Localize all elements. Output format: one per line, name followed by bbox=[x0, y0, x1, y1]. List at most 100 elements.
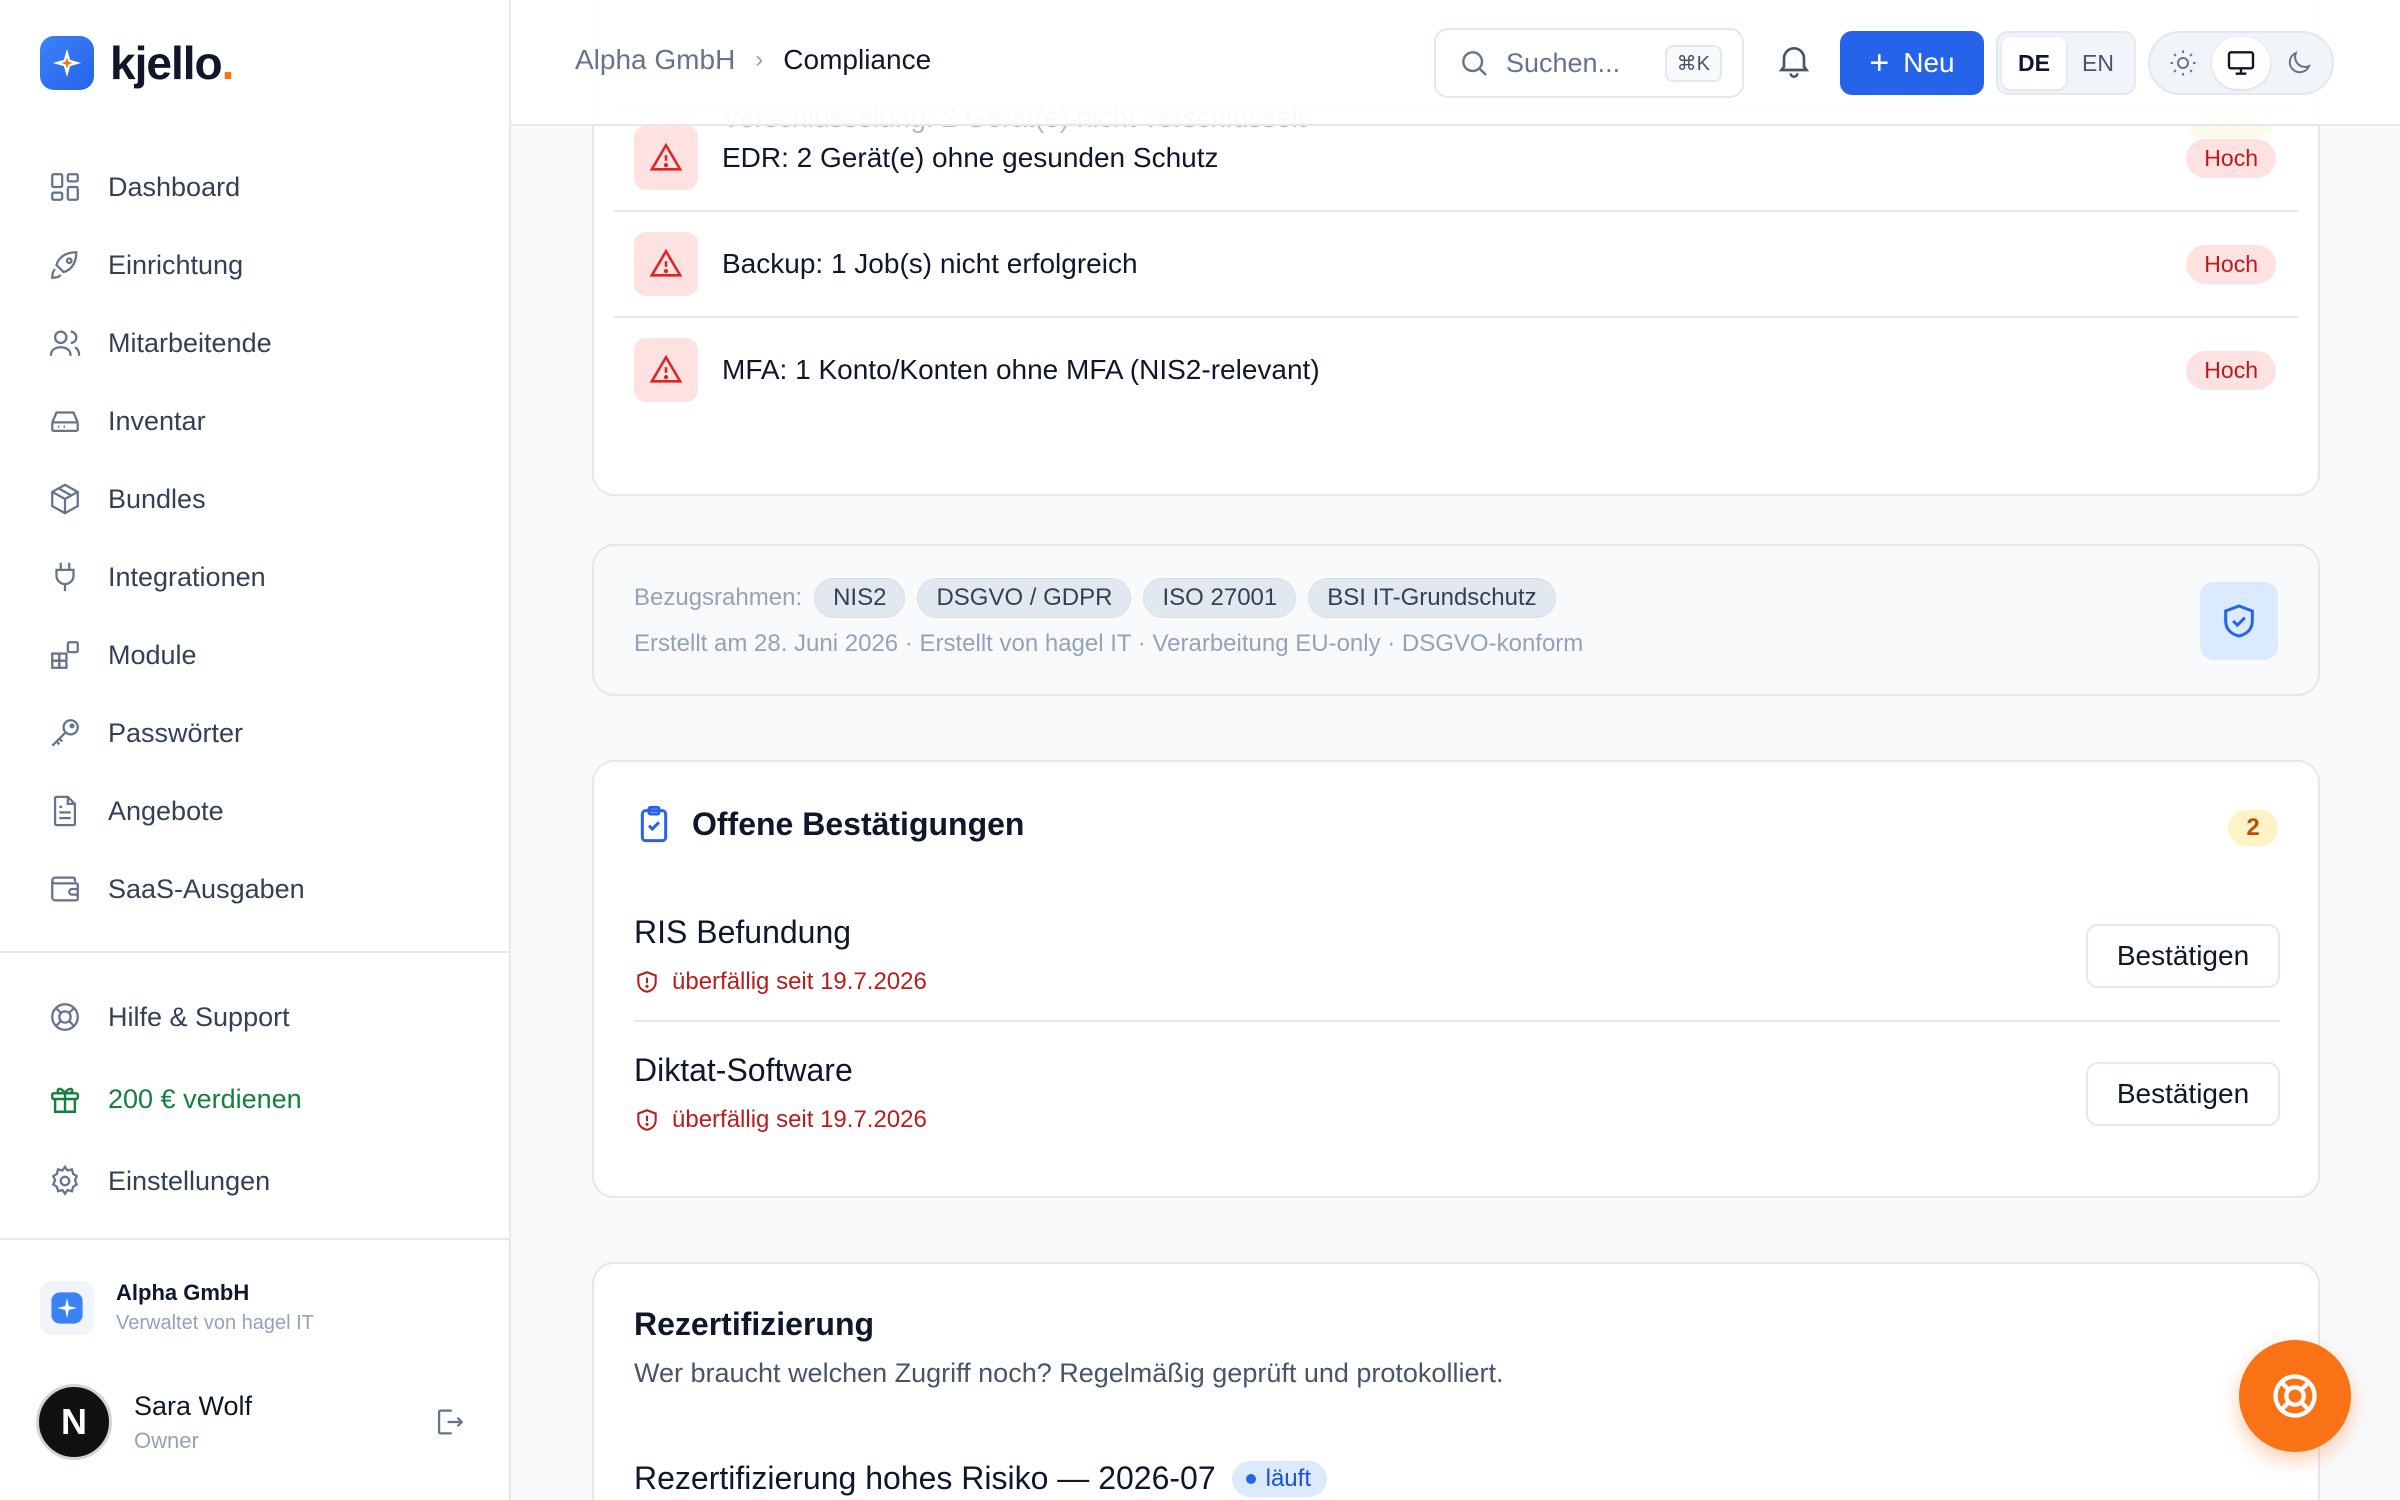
recert-title: Rezertifizierung bbox=[634, 1306, 875, 1342]
logo[interactable]: kjello. bbox=[40, 36, 235, 90]
confirmation-item: RIS Befundung überfällig seit 19.7.2026 … bbox=[634, 892, 2280, 1030]
sidebar-item-help[interactable]: Hilfe & Support bbox=[0, 976, 509, 1058]
confirmation-due: überfällig seit 19.7.2026 bbox=[672, 968, 927, 995]
status-dot-icon bbox=[1245, 1473, 1256, 1484]
bell-icon[interactable] bbox=[1774, 40, 1814, 80]
framework-chip: NIS2 bbox=[814, 578, 906, 618]
avatar[interactable]: N bbox=[36, 1384, 112, 1460]
sidebar-divider bbox=[0, 1238, 509, 1240]
theme-light[interactable] bbox=[2154, 37, 2212, 89]
sidebar-item-label: 200 € verdienen bbox=[108, 1083, 302, 1114]
status-text: läuft bbox=[1265, 1464, 1311, 1492]
severity-badge: Hoch bbox=[2186, 138, 2276, 178]
lifebuoy-icon bbox=[2273, 1374, 2317, 1418]
sidebar-item-angebote[interactable]: Angebote bbox=[0, 772, 509, 850]
sidebar-divider bbox=[0, 951, 509, 953]
sidebar-item-module[interactable]: Module bbox=[0, 616, 509, 694]
breadcrumb-org[interactable]: Alpha GmbH bbox=[575, 44, 735, 76]
logo-dot: . bbox=[221, 37, 235, 89]
sidebar-item-passwoerter[interactable]: Passwörter bbox=[0, 694, 509, 772]
issue-row[interactable]: Backup: 1 Job(s) nicht erfolgreich Hoch bbox=[614, 210, 2298, 316]
issue-text: Backup: 1 Job(s) nicht erfolgreich bbox=[722, 248, 1138, 279]
lang-en[interactable]: EN bbox=[2066, 37, 2130, 89]
new-button[interactable]: + Neu bbox=[1840, 31, 1984, 95]
package-icon bbox=[51, 483, 79, 515]
lang-de[interactable]: DE bbox=[2002, 37, 2066, 89]
sidebar-item-saas-ausgaben[interactable]: SaaS-Ausgaben bbox=[0, 850, 509, 928]
sidebar: kjello. Dashboard Einrichtung Mitarbeite… bbox=[0, 0, 511, 1500]
sidebar-item-integrationen[interactable]: Integrationen bbox=[0, 538, 509, 616]
issue-text: EDR: 2 Gerät(e) ohne gesunden Schutz bbox=[722, 142, 1219, 173]
gear-icon bbox=[51, 1164, 79, 1196]
framework-chip: BSI IT-Grundschutz bbox=[1308, 578, 1556, 618]
recert-subtitle: Wer braucht welchen Zugriff noch? Regelm… bbox=[634, 1358, 1504, 1388]
org-name: Alpha GmbH bbox=[116, 1280, 250, 1305]
org-managed-by: Verwaltet von hagel IT bbox=[116, 1312, 314, 1334]
sidebar-item-label: Hilfe & Support bbox=[108, 1001, 290, 1032]
confirmations-title: Offene Bestätigungen bbox=[692, 805, 1025, 842]
search-shortcut: ⌘K bbox=[1664, 44, 1722, 82]
confirmation-name: Diktat-Software bbox=[634, 1052, 853, 1088]
top-bar: Alpha GmbH › Compliance Suchen... ⌘K + N… bbox=[511, 0, 2400, 126]
open-confirmations-card: Offene Bestätigungen 2 RIS Befundung übe… bbox=[592, 760, 2320, 1198]
sidebar-item-einrichtung[interactable]: Einrichtung bbox=[0, 226, 509, 304]
sidebar-item-bundles[interactable]: Bundles bbox=[0, 460, 509, 538]
new-button-label: Neu bbox=[1903, 47, 1955, 78]
confirmations-count-badge: 2 bbox=[2228, 810, 2278, 846]
dashboard-icon bbox=[51, 173, 79, 201]
sidebar-item-earn[interactable]: 200 € verdienen bbox=[0, 1058, 509, 1140]
theme-switcher bbox=[2148, 31, 2334, 95]
user-name: Sara Wolf bbox=[134, 1390, 253, 1421]
sidebar-item-settings[interactable]: Einstellungen bbox=[0, 1140, 509, 1222]
theme-dark[interactable] bbox=[2270, 37, 2328, 89]
org-switcher[interactable]: Alpha GmbH Verwaltet von hagel IT bbox=[40, 1280, 314, 1335]
sidebar-item-label: Bundles bbox=[108, 483, 206, 514]
sidebar-item-inventar[interactable]: Inventar bbox=[0, 382, 509, 460]
frameworks-row: Bezugsrahmen: NIS2 DSGVO / GDPR ISO 2700… bbox=[634, 578, 1568, 618]
sidebar-item-mitarbeitende[interactable]: Mitarbeitende bbox=[0, 304, 509, 382]
shield-alert-icon bbox=[637, 971, 657, 993]
sidebar-item-dashboard[interactable]: Dashboard bbox=[0, 148, 509, 226]
logout-icon[interactable] bbox=[432, 1405, 466, 1439]
plus-icon: + bbox=[1869, 43, 1890, 82]
rocket-icon bbox=[51, 251, 78, 279]
lifebuoy-icon bbox=[51, 1003, 79, 1031]
shield-alert-icon bbox=[637, 1109, 657, 1131]
warning-icon bbox=[634, 126, 698, 190]
sidebar-item-label: Integrationen bbox=[108, 561, 266, 592]
modules-icon bbox=[51, 641, 79, 669]
confirm-button[interactable]: Bestätigen bbox=[2086, 1062, 2280, 1126]
sidebar-item-label: Angebote bbox=[108, 795, 224, 826]
chevron-right-icon: › bbox=[755, 46, 764, 73]
drive-icon bbox=[51, 411, 79, 433]
framework-chip: DSGVO / GDPR bbox=[917, 578, 1132, 618]
recertification-card: Rezertifizierung Wer braucht welchen Zug… bbox=[592, 1262, 2320, 1500]
sidebar-bottom-nav: Hilfe & Support 200 € verdienen Einstell… bbox=[0, 976, 509, 1222]
issue-row[interactable]: MFA: 1 Konto/Konten ohne MFA (NIS2-relev… bbox=[614, 316, 2298, 422]
frameworks-card: Bezugsrahmen: NIS2 DSGVO / GDPR ISO 2700… bbox=[592, 544, 2320, 696]
sidebar-item-label: Inventar bbox=[108, 405, 206, 436]
confirm-button[interactable]: Bestätigen bbox=[2086, 924, 2280, 988]
search-placeholder: Suchen... bbox=[1506, 47, 1621, 78]
sidebar-item-label: Einstellungen bbox=[108, 1165, 271, 1196]
sidebar-item-label: Passwörter bbox=[108, 717, 244, 748]
logo-text: kjello bbox=[110, 37, 223, 89]
breadcrumb: Alpha GmbH › Compliance bbox=[575, 44, 931, 76]
search-input[interactable]: Suchen... ⌘K bbox=[1434, 28, 1744, 98]
frameworks-label: Bezugsrahmen: bbox=[634, 584, 803, 611]
clipboard-check-icon bbox=[640, 805, 668, 843]
plug-icon bbox=[55, 562, 75, 592]
recert-item[interactable]: Rezertifizierung hohes Risiko — 2026-07 … bbox=[634, 1460, 1327, 1497]
sidebar-item-label: Module bbox=[108, 639, 197, 670]
help-fab-button[interactable] bbox=[2239, 1340, 2351, 1452]
users-icon bbox=[49, 330, 81, 356]
status-badge: läuft bbox=[1231, 1460, 1327, 1497]
confirmation-item: Diktat-Software überfällig seit 19.7.202… bbox=[634, 1030, 2280, 1168]
sun-icon bbox=[2170, 50, 2196, 76]
user-role: Owner bbox=[134, 1427, 199, 1453]
sidebar-item-label: SaaS-Ausgaben bbox=[108, 873, 305, 904]
theme-system[interactable] bbox=[2212, 37, 2270, 89]
framework-chip: ISO 27001 bbox=[1143, 578, 1297, 618]
search-icon bbox=[1462, 51, 1487, 76]
confirmation-due: überfällig seit 19.7.2026 bbox=[672, 1106, 927, 1133]
